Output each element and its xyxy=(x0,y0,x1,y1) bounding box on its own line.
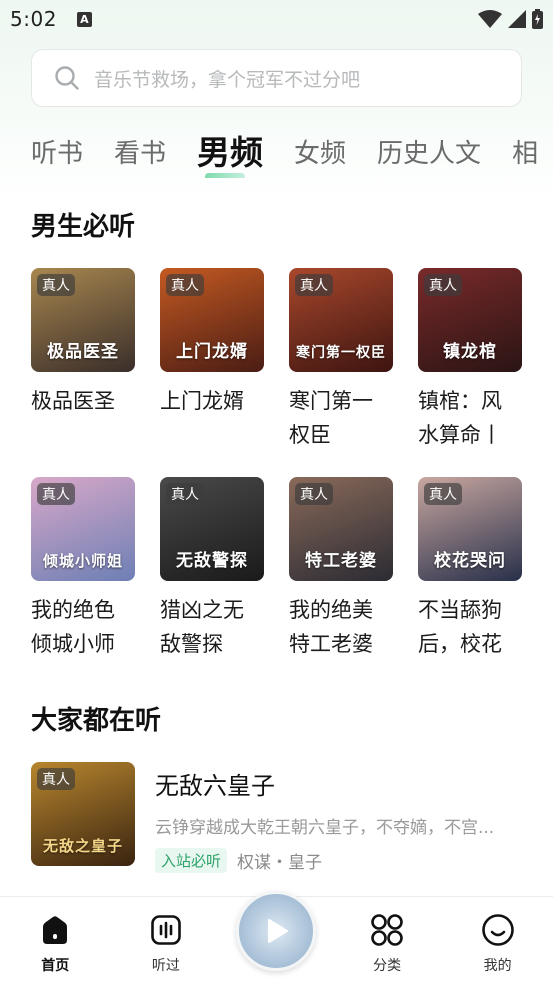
book-cover: 真人 上门龙婿 xyxy=(160,268,264,372)
wifi-icon xyxy=(478,10,502,28)
book-card[interactable]: 真人 上门龙婿 上门龙婿 xyxy=(160,268,264,452)
cover-title: 倾城小师姐 xyxy=(42,552,123,570)
cover-title: 校花哭问 xyxy=(434,551,506,571)
notification-icon: A xyxy=(76,11,92,27)
status-time: 5:02 xyxy=(10,7,57,31)
book-cover: 真人 镇龙棺 xyxy=(418,268,522,372)
tab-active-indicator xyxy=(205,173,246,178)
cover-title: 特工老婆 xyxy=(305,551,377,571)
cover-title: 极品医圣 xyxy=(47,342,119,362)
listened-icon xyxy=(149,913,183,947)
book-card[interactable]: 真人 寒门第一权臣 寒门第一权臣 xyxy=(289,268,393,452)
book-name: 我的绝美特工老婆 xyxy=(289,598,373,656)
status-indicators xyxy=(478,9,543,29)
search-placeholder: 音乐节救场，拿个冠军不过分吧 xyxy=(94,68,361,91)
section-title-everyone-listening: 大家都在听 xyxy=(31,706,162,736)
book-name: 镇棺：风水算命丨 xyxy=(418,389,502,447)
nav-listened[interactable]: 听过 xyxy=(111,897,222,975)
cover-title: 无敌警探 xyxy=(176,551,248,571)
book-cover: 真人 特工老婆 xyxy=(289,477,393,581)
genre-text: 权谋・皇子 xyxy=(237,853,323,873)
book-card[interactable]: 真人 倾城小师姐 我的绝色倾城小师 xyxy=(31,477,135,661)
tab-listen[interactable]: 听书 xyxy=(31,133,83,178)
book-card[interactable]: 真人 校花哭问 不当舔狗后，校花 xyxy=(418,477,522,661)
nav-player[interactable] xyxy=(221,891,332,971)
tab-female[interactable]: 女频 xyxy=(294,133,346,178)
bottom-navigation: 首页 听过 分类 我的 xyxy=(0,891,553,984)
real-person-badge: 真人 xyxy=(166,274,204,296)
status-bar: 5:02 A xyxy=(0,0,553,38)
book-cover: 真人 倾城小师姐 xyxy=(31,477,135,581)
real-person-badge: 真人 xyxy=(295,274,333,296)
list-item-meta: 入站必听 权谋・皇子 xyxy=(155,848,522,873)
book-name: 我的绝色倾城小师 xyxy=(31,598,115,656)
real-person-badge: 真人 xyxy=(37,274,75,296)
list-item[interactable]: 真人 无敌之皇子 无敌六皇子 云铮穿越成大乾王朝六皇子，不夺嫡，不宫... 入站… xyxy=(31,762,522,873)
book-row: 真人 倾城小师姐 我的绝色倾城小师 真人 无敌警探 猎凶之无敌警探 真人 特工老… xyxy=(31,477,522,661)
real-person-badge: 真人 xyxy=(295,483,333,505)
signal-icon xyxy=(508,10,526,28)
tab-read[interactable]: 看书 xyxy=(114,133,166,178)
search-icon xyxy=(54,65,80,91)
must-listen-tag: 入站必听 xyxy=(155,848,228,873)
book-name: 寒门第一权臣 xyxy=(289,389,373,447)
tab-label: 历史人文 xyxy=(377,139,482,169)
search-bar[interactable]: 音乐节救场，拿个冠军不过分吧 xyxy=(31,49,522,107)
book-card[interactable]: 真人 无敌警探 猎凶之无敌警探 xyxy=(160,477,264,661)
book-cover: 真人 校花哭问 xyxy=(418,477,522,581)
book-card[interactable]: 真人 镇龙棺 镇棺：风水算命丨 xyxy=(418,268,522,452)
book-name: 不当舔狗后，校花 xyxy=(418,598,502,656)
section-title-male-must-listen: 男生必听 xyxy=(31,212,136,242)
nav-label: 听过 xyxy=(151,958,180,974)
real-person-badge: 真人 xyxy=(37,483,75,505)
book-card[interactable]: 真人 极品医圣 极品医圣 xyxy=(31,268,135,452)
tab-history[interactable]: 历史人文 xyxy=(377,133,481,178)
category-tabs: 听书 看书 男频 女频 历史人文 相 xyxy=(31,128,553,178)
battery-icon xyxy=(532,9,543,29)
cover-title: 上门龙婿 xyxy=(176,342,248,362)
real-person-badge: 真人 xyxy=(424,274,462,296)
tab-label: 听书 xyxy=(31,139,84,169)
book-card[interactable]: 真人 特工老婆 我的绝美特工老婆 xyxy=(289,477,393,661)
tab-label: 男频 xyxy=(197,133,264,172)
list-item-description: 云铮穿越成大乾王朝六皇子，不夺嫡，不宫... xyxy=(155,818,495,838)
tab-label: 看书 xyxy=(114,139,167,169)
book-cover: 真人 无敌警探 xyxy=(160,477,264,581)
real-person-badge: 真人 xyxy=(37,768,75,790)
book-name: 猎凶之无敌警探 xyxy=(160,598,244,656)
now-playing-disc[interactable] xyxy=(236,891,317,971)
tab-more[interactable]: 相 xyxy=(512,133,538,178)
profile-icon xyxy=(481,913,515,947)
book-cover: 真人 寒门第一权臣 xyxy=(289,268,393,372)
list-item-title: 无敌六皇子 xyxy=(155,772,275,800)
real-person-badge: 真人 xyxy=(424,483,462,505)
cover-title: 无敌之皇子 xyxy=(42,837,123,855)
nav-label: 首页 xyxy=(41,958,70,974)
cover-title: 寒门第一权臣 xyxy=(296,345,386,361)
nav-home[interactable]: 首页 xyxy=(0,897,111,975)
book-cover: 真人 无敌之皇子 xyxy=(31,762,135,866)
category-icon xyxy=(370,913,404,947)
nav-label: 分类 xyxy=(373,958,402,974)
book-name: 上门龙婿 xyxy=(160,389,244,413)
book-name: 极品医圣 xyxy=(31,389,115,413)
list-item-info: 无敌六皇子 云铮穿越成大乾王朝六皇子，不夺嫡，不宫... 入站必听 权谋・皇子 xyxy=(155,762,522,873)
book-cover: 真人 极品医圣 xyxy=(31,268,135,372)
nav-category[interactable]: 分类 xyxy=(332,897,443,975)
tab-label: 相 xyxy=(512,139,539,169)
real-person-badge: 真人 xyxy=(166,483,204,505)
home-icon xyxy=(38,913,72,947)
tab-male[interactable]: 男频 xyxy=(197,128,263,178)
tab-label: 女频 xyxy=(294,139,347,169)
book-grid: 真人 极品医圣 极品医圣 真人 上门龙婿 上门龙婿 真人 寒门第一权臣 寒门第一… xyxy=(31,268,522,661)
book-row: 真人 极品医圣 极品医圣 真人 上门龙婿 上门龙婿 真人 寒门第一权臣 寒门第一… xyxy=(31,268,522,452)
nav-profile[interactable]: 我的 xyxy=(442,897,553,975)
nav-label: 我的 xyxy=(483,958,512,974)
play-icon xyxy=(261,916,291,946)
cover-title: 镇龙棺 xyxy=(443,342,497,362)
